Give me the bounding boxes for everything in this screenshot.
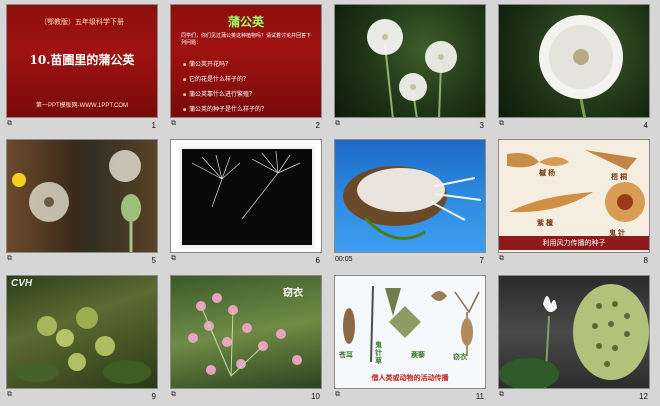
slide-12-photo-lotus: [498, 275, 650, 389]
floating-seeds-photo: [191, 150, 301, 220]
slide-2-question-list: 蒲公英开花吗？ 它的花是什么样子的？ 蒲公英靠什么进行繁殖？ 蒲公英的种子是什么…: [183, 59, 267, 117]
seed-label: 梧 桐: [611, 174, 627, 181]
slide-number: 12: [639, 392, 648, 401]
lotus-seedpod-photo: [499, 284, 649, 388]
seed-label: 槭 杨: [539, 170, 555, 177]
transition-icon: ⧉: [7, 120, 12, 127]
slide-thumbnail-3[interactable]: ⧉ 3: [328, 0, 490, 135]
question-item: 它的花是什么样子的？: [183, 74, 267, 83]
slide-number: 4: [643, 121, 648, 130]
slide-thumbnail-1[interactable]: （鄂教版）五年级科学下册 10.苗圃里的蒲公英 第一PPT模板网-WWW.1PP…: [0, 0, 162, 135]
slide-11-canvas: 苍耳 鬼针草 蒺藜 窃衣 借人类或动物的活动传播: [334, 275, 486, 389]
slide-5-photo-seed-heads: [6, 139, 158, 253]
slide-2-canvas: 蒲公英 同学们，你们见过蒲公英这种植物吗？请试着讨论并回答下列问题： 蒲公英开花…: [170, 4, 322, 118]
slide-11-caption: 借人类或动物的活动传播: [371, 375, 449, 382]
seed-label: 蒺藜: [411, 352, 425, 359]
seed-label: 鬼针草: [375, 342, 382, 365]
slide-9-photo-burdock: CVH: [6, 275, 158, 389]
slide-thumbnail-11[interactable]: 苍耳 鬼针草 蒺藜 窃衣 借人类或动物的活动传播 ⧉ 11: [328, 271, 490, 406]
transition-icon: ⧉: [171, 391, 176, 398]
burdock-plant-photo: [15, 307, 151, 384]
transition-icon: ⧉: [171, 255, 176, 262]
dandelion-photo: [367, 19, 457, 117]
slide-10-photo-hedge-parsley: 窃衣: [170, 275, 322, 389]
transition-icon: ⧉: [335, 391, 340, 398]
transition-icon: ⧉: [7, 255, 12, 262]
slide-thumbnail-4[interactable]: ⧉ 4: [492, 0, 654, 135]
slide-number: 7: [479, 256, 484, 265]
seed-label: 窃衣: [453, 354, 467, 361]
slide-thumbnail-9[interactable]: CVH ⧉ 9: [0, 271, 162, 406]
question-item: 蒲公英靠什么进行繁殖？: [183, 89, 267, 98]
transition-icon: ⧉: [171, 120, 176, 127]
question-item: 蒲公英开花吗？: [183, 59, 267, 68]
slide-1-subtitle: （鄂教版）五年级科学下册: [40, 19, 124, 26]
slide-number: 2: [315, 121, 320, 130]
slide-number: 11: [475, 392, 484, 401]
slide-thumbnail-2[interactable]: 蒲公英 同学们，你们见过蒲公英这种植物吗？请试着讨论并回答下列问题： 蒲公英开花…: [164, 0, 326, 135]
slide-number: 3: [479, 121, 484, 130]
slide-number: 6: [315, 256, 320, 265]
slide-4-photo-dandelion-closeup: [498, 4, 650, 118]
milkweed-pod-photo: [343, 166, 482, 240]
slide-number: 9: [151, 392, 156, 401]
slide-8-caption: 利用风力传播的种子: [499, 236, 649, 250]
dandelion-closeup-photo: [539, 15, 623, 117]
photo-watermark: CVH: [11, 278, 33, 289]
slide-thumbnail-5[interactable]: ⧉ 5: [0, 135, 162, 270]
slide-number: 1: [151, 121, 156, 130]
slide-6-canvas: [170, 139, 322, 253]
transition-icon: ⧉: [499, 120, 504, 127]
slide-number: 8: [643, 256, 648, 265]
slide-3-photo-dandelion-heads: [334, 4, 486, 118]
slide-2-title: 蒲公英: [227, 15, 264, 29]
slide-1-footer: 第一PPT模板网-WWW.1PPT.COM: [36, 103, 128, 109]
transition-icon: ⧉: [499, 391, 504, 398]
slide-number: 5: [151, 256, 156, 265]
slide-number: 10: [311, 392, 320, 401]
timing-label: 00:05: [335, 256, 353, 263]
question-item: 蒲公英的种子是什么样子的？: [183, 104, 267, 113]
slide-2-intro: 同学们，你们见过蒲公英这种植物吗？请试着讨论并回答下列问题：: [181, 33, 312, 46]
transition-icon: ⧉: [7, 391, 12, 398]
plant-label: 窃衣: [283, 288, 303, 299]
slide-thumbnail-10[interactable]: 窃衣 ⧉ 10: [164, 271, 326, 406]
seed-label: 苍耳: [339, 352, 353, 359]
seed-label: 紫 檀: [537, 220, 553, 227]
transition-icon: ⧉: [335, 120, 340, 127]
slide-1-title: 10.苗圃里的蒲公英: [29, 53, 135, 67]
slide-thumbnail-8[interactable]: 槭 杨 梧 桐 紫 檀 鬼 针 利用风力传播的种子 ⧉ 8: [492, 135, 654, 270]
transition-icon: ⧉: [499, 255, 504, 262]
slide-8-canvas: 槭 杨 梧 桐 紫 檀 鬼 针 利用风力传播的种子: [498, 139, 650, 253]
seed-heads-photo: [12, 150, 141, 252]
slide-7-photo-seed-pod: [334, 139, 486, 253]
slide-1-canvas: （鄂教版）五年级科学下册 10.苗圃里的蒲公英 第一PPT模板网-WWW.1PP…: [6, 4, 158, 118]
slide-thumbnail-7[interactable]: 00:05 7: [328, 135, 490, 270]
slide-6-photo-seed-bw: [179, 146, 315, 248]
slide-thumbnail-6[interactable]: ⧉ 6: [164, 135, 326, 270]
slide-thumbnail-12[interactable]: ⧉ 12: [492, 271, 654, 406]
